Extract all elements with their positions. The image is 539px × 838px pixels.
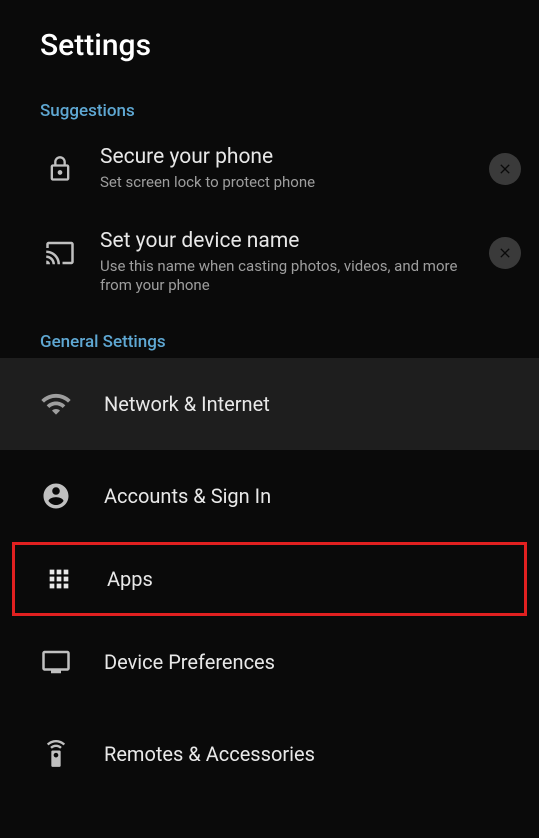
wifi-icon [40, 388, 72, 420]
menu-label: Apps [107, 567, 153, 591]
dismiss-button[interactable] [489, 153, 521, 185]
section-header-suggestions: Suggestions [0, 83, 539, 127]
suggestion-subtitle: Set screen lock to protect phone [100, 173, 469, 193]
section-header-general: General Settings [0, 314, 539, 358]
menu-label: Network & Internet [104, 392, 270, 416]
menu-item-network[interactable]: Network & Internet [0, 358, 539, 450]
menu-item-device-prefs[interactable]: Device Preferences [0, 616, 539, 708]
header: Settings [0, 0, 539, 83]
close-icon [497, 245, 513, 261]
lock-icon [40, 149, 80, 189]
suggestion-text: Set your device name Use this name when … [100, 229, 469, 296]
suggestion-title: Secure your phone [100, 145, 469, 169]
suggestion-subtitle: Use this name when casting photos, video… [100, 257, 469, 296]
tv-icon [40, 646, 72, 678]
menu-label: Device Preferences [104, 650, 275, 674]
remote-icon [40, 738, 72, 770]
suggestion-title: Set your device name [100, 229, 469, 253]
suggestion-text: Secure your phone Set screen lock to pro… [100, 145, 469, 193]
account-icon [40, 480, 72, 512]
menu-item-remotes[interactable]: Remotes & Accessories [0, 708, 539, 800]
suggestion-device-name[interactable]: Set your device name Use this name when … [0, 211, 539, 314]
dismiss-button[interactable] [489, 237, 521, 269]
page-title: Settings [40, 28, 499, 63]
menu-label: Accounts & Sign In [104, 484, 271, 508]
menu-item-accounts[interactable]: Accounts & Sign In [0, 450, 539, 542]
apps-icon [43, 563, 75, 595]
suggestion-secure-phone[interactable]: Secure your phone Set screen lock to pro… [0, 127, 539, 211]
menu-label: Remotes & Accessories [104, 742, 315, 766]
cast-icon [40, 233, 80, 273]
menu-item-apps[interactable]: Apps [12, 542, 527, 616]
close-icon [497, 161, 513, 177]
